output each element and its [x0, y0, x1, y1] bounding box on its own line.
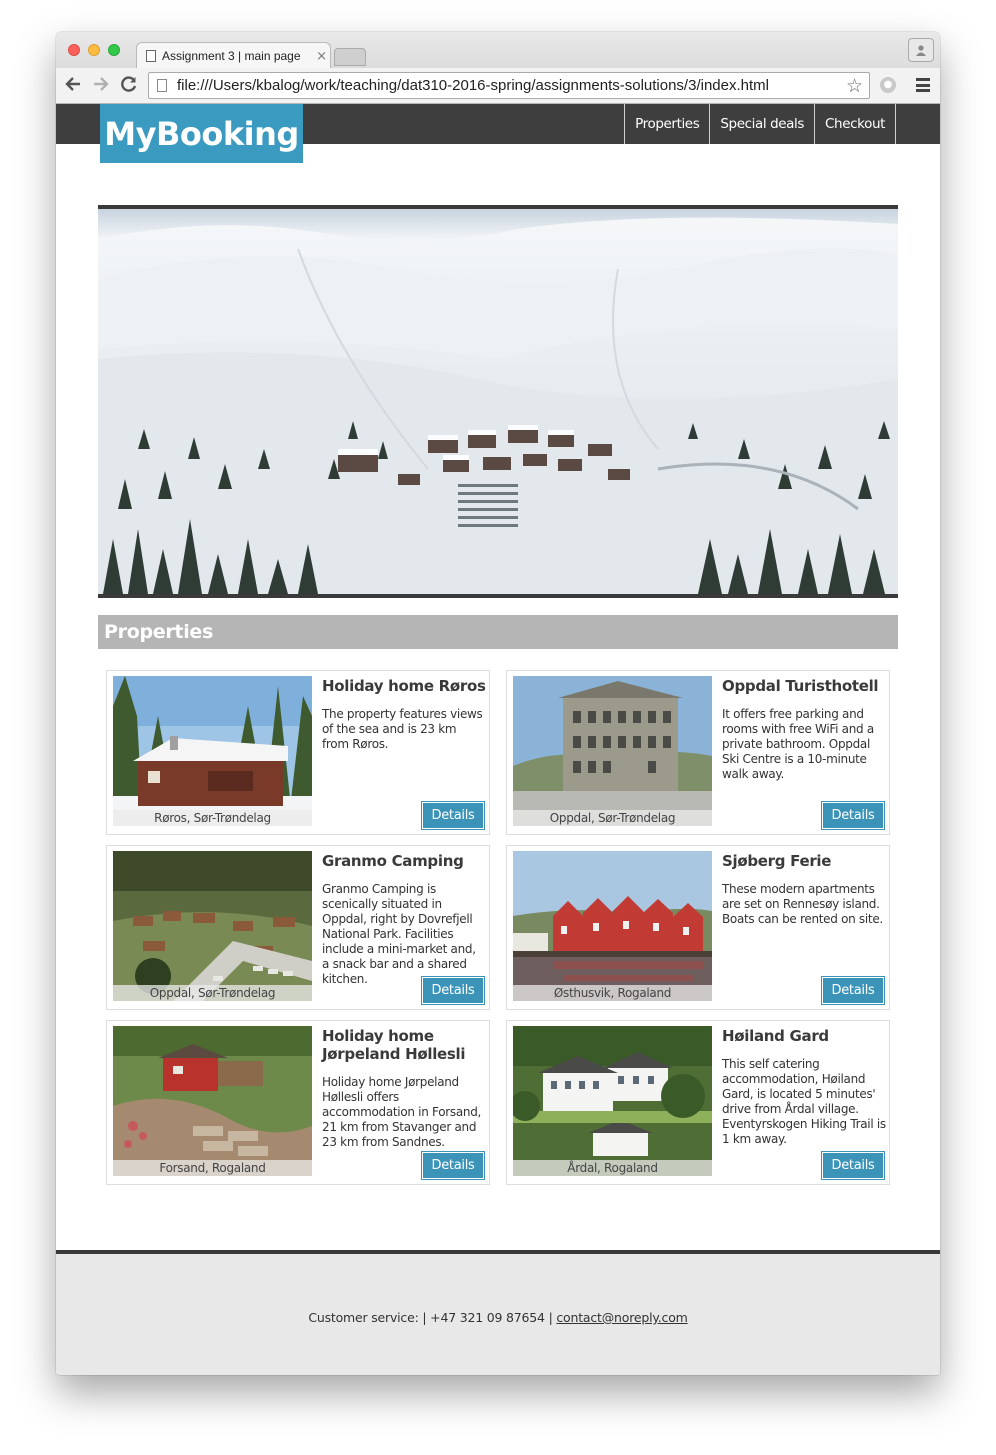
main-nav: Properties Special deals Checkout — [624, 104, 896, 144]
hero-image — [98, 205, 898, 598]
close-window-button[interactable] — [68, 44, 80, 56]
property-image: Østhusvik, Rogaland — [513, 851, 712, 1001]
property-image: Røros, Sør-Trøndelag — [113, 676, 312, 826]
footer-contact: Customer service: | +47 321 09 87654 | c… — [56, 1310, 940, 1325]
property-location: Oppdal, Sør-Trøndelag — [113, 985, 312, 1001]
tab-bar: Assignment 3 | main page × — [56, 32, 940, 69]
nav-special-deals[interactable]: Special deals — [710, 104, 816, 144]
property-description: These modern apartments are set on Renne… — [722, 882, 883, 926]
property-title[interactable]: Granmo Camping — [322, 852, 487, 870]
star-icon[interactable]: ☆ — [846, 75, 863, 97]
profile-icon[interactable] — [908, 38, 934, 62]
property-title[interactable]: Holiday home Jørpeland Høllesli — [322, 1027, 487, 1063]
property-card: Årdal, Rogaland Høiland Gard This self c… — [506, 1020, 890, 1185]
site-header: MyBooking Properties Special deals Check… — [56, 104, 940, 163]
property-image: Forsand, Rogaland — [113, 1026, 312, 1176]
property-image: Oppdal, Sør-Trøndelag — [113, 851, 312, 1001]
document-icon — [146, 50, 156, 62]
property-card: Østhusvik, Rogaland Sjøberg Ferie These … — [506, 845, 890, 1010]
url-text[interactable]: file:///Users/kbalog/work/teaching/dat31… — [177, 77, 846, 94]
property-image: Årdal, Rogaland — [513, 1026, 712, 1176]
contact-email-link[interactable]: contact@noreply.com — [556, 1310, 687, 1325]
property-title[interactable]: Oppdal Turisthotell — [722, 677, 887, 695]
property-location: Røros, Sør-Trøndelag — [113, 810, 312, 826]
nav-checkout[interactable]: Checkout — [815, 104, 896, 144]
details-button[interactable]: Details — [421, 1151, 485, 1180]
property-description: Holiday home Jørpeland Høllesli offers a… — [322, 1075, 482, 1149]
site-logo[interactable]: MyBooking — [100, 104, 303, 163]
back-icon[interactable] — [64, 75, 82, 98]
property-description: It offers free parking and rooms with fr… — [722, 707, 874, 781]
extension-icon[interactable]: ● — [880, 77, 896, 93]
maximize-window-button[interactable] — [108, 44, 120, 56]
property-description: The property features views of the sea a… — [322, 707, 483, 751]
nav-properties[interactable]: Properties — [625, 104, 711, 144]
minimize-window-button[interactable] — [88, 44, 100, 56]
web-page: MyBooking Properties Special deals Check… — [56, 104, 940, 1375]
property-card: Oppdal, Sør-Trøndelag Oppdal Turisthotel… — [506, 670, 890, 835]
details-button[interactable]: Details — [421, 801, 485, 830]
tab-title: Assignment 3 | main page — [162, 49, 301, 63]
customer-service-text: Customer service: | +47 321 09 87654 | — [308, 1310, 557, 1325]
property-description: Granmo Camping is scenically situated in… — [322, 882, 476, 986]
details-button[interactable]: Details — [821, 976, 885, 1005]
tab-close-icon[interactable]: × — [316, 49, 327, 64]
property-location: Oppdal, Sør-Trøndelag — [513, 810, 712, 826]
property-title[interactable]: Holiday home Røros — [322, 677, 487, 695]
property-image: Oppdal, Sør-Trøndelag — [513, 676, 712, 826]
new-tab-button[interactable] — [334, 48, 366, 66]
site-footer: Customer service: | +47 321 09 87654 | c… — [56, 1250, 940, 1375]
property-title[interactable]: Sjøberg Ferie — [722, 852, 887, 870]
browser-toolbar: file:///Users/kbalog/work/teaching/dat31… — [56, 68, 940, 104]
menu-icon[interactable] — [916, 78, 930, 92]
property-location: Forsand, Rogaland — [113, 1160, 312, 1176]
property-card: Forsand, Rogaland Holiday home Jørpeland… — [106, 1020, 490, 1185]
property-location: Østhusvik, Rogaland — [513, 985, 712, 1001]
snowy-village-illustration — [98, 209, 898, 594]
forward-icon[interactable] — [92, 75, 110, 98]
property-description: This self catering accommodation, Høilan… — [722, 1057, 886, 1146]
property-card: Oppdal, Sør-Trøndelag Granmo Camping Gra… — [106, 845, 490, 1010]
reload-icon[interactable] — [120, 75, 138, 98]
browser-tab-content: Assignment 3 | main page × — [146, 45, 331, 67]
property-title[interactable]: Høiland Gard — [722, 1027, 887, 1045]
details-button[interactable]: Details — [821, 801, 885, 830]
browser-window: Assignment 3 | main page × file:///Users… — [56, 32, 940, 1375]
section-heading: Properties — [98, 615, 898, 649]
address-bar[interactable]: file:///Users/kbalog/work/teaching/dat31… — [148, 72, 870, 99]
details-button[interactable]: Details — [821, 1151, 885, 1180]
page-icon — [157, 79, 167, 92]
details-button[interactable]: Details — [421, 976, 485, 1005]
property-card: Røros, Sør-Trøndelag Holiday home Røros … — [106, 670, 490, 835]
property-location: Årdal, Rogaland — [513, 1160, 712, 1176]
